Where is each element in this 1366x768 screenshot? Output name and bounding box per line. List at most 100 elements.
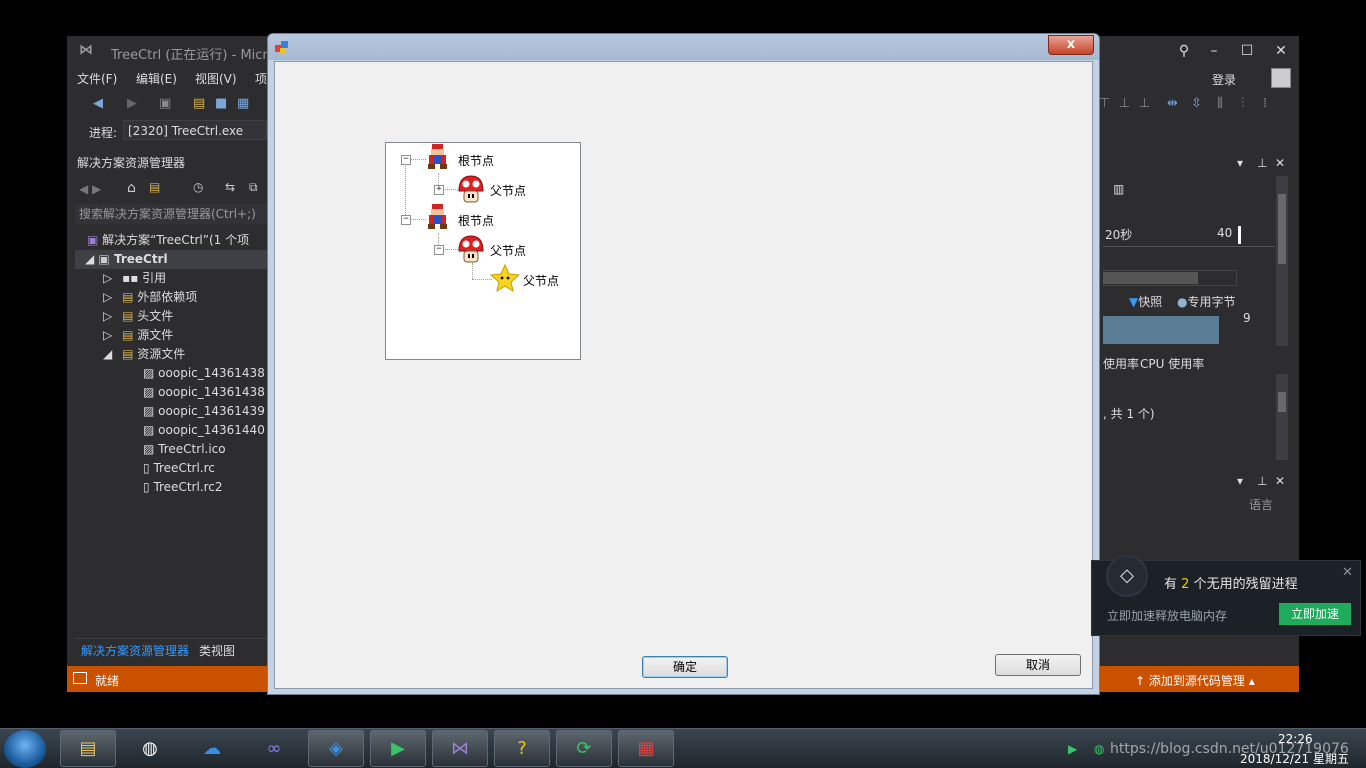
collapse-button[interactable]: − — [434, 245, 444, 255]
file-node[interactable]: ▯ TreeCtrl.rc2 — [143, 478, 223, 497]
file-node[interactable]: ▨ TreeCtrl.ico — [143, 440, 226, 459]
space-across-icon[interactable]: ⇹ — [1167, 96, 1178, 111]
back-icon[interactable]: ◀ — [93, 96, 103, 111]
expand-arrow-icon[interactable]: ▷ — [103, 271, 112, 285]
tree-node-label[interactable]: 父节点 — [523, 272, 559, 289]
maximize-button[interactable]: ☐ — [1233, 40, 1261, 62]
toolbar-overflow-icon[interactable]: ⁞ — [1263, 96, 1267, 111]
clock-date[interactable]: 2018/12/21 星期五 — [1240, 750, 1349, 767]
process-select[interactable]: [2320] TreeCtrl.exe — [123, 120, 267, 140]
security-guard-icon[interactable]: ◈ — [308, 730, 364, 767]
solution-search-input[interactable]: 搜索解决方案资源管理器(Ctrl+;) — [75, 204, 267, 224]
minimize-button[interactable]: – — [1200, 40, 1228, 62]
notification-close-icon[interactable]: ✕ — [1342, 565, 1353, 580]
tray-wechat-icon[interactable]: ◍ — [1094, 742, 1104, 756]
tree-node-label[interactable]: 根节点 — [458, 152, 494, 169]
file-explorer-icon[interactable]: ▤ — [60, 730, 116, 767]
tab-class-view[interactable]: 类视图 — [199, 642, 235, 659]
file-node[interactable]: ▯ TreeCtrl.rc — [143, 459, 215, 478]
tab-usage[interactable]: 使用率 — [1103, 355, 1139, 372]
se-back-icon[interactable]: ◀ ▶ — [79, 182, 101, 196]
menu-view[interactable]: 视图(V) — [195, 70, 237, 87]
forward-icon[interactable]: ▶ — [127, 96, 137, 111]
expand-arrow-icon[interactable]: ▷ — [103, 309, 112, 323]
tray-media-icon[interactable]: ▶ — [1068, 742, 1077, 756]
menu-file[interactable]: 文件(F) — [77, 70, 117, 87]
align-top-icon[interactable]: ⊤ — [1099, 96, 1110, 111]
dropdown-icon[interactable]: ▾ — [1237, 156, 1243, 170]
close-button[interactable]: ✕ — [1267, 40, 1295, 62]
solution-node[interactable]: ▣ 解决方案“TreeCtrl”(1 个项 — [87, 231, 249, 250]
tab-solution-explorer[interactable]: 解决方案资源管理器 — [81, 642, 189, 659]
expand-button[interactable]: + — [434, 185, 444, 195]
panel-close-icon[interactable]: ✕ — [1275, 474, 1285, 488]
resource-files-node[interactable]: ◢ ▤ 资源文件 — [103, 345, 185, 364]
login-link[interactable]: 登录 — [1212, 71, 1236, 88]
references-node[interactable]: ▷ ▪▪ 引用 — [103, 269, 166, 288]
speed-up-button[interactable]: 立即加速 — [1279, 603, 1351, 625]
collapse-arrow-icon[interactable]: ◢ — [85, 252, 94, 266]
baidu-netdisk-icon[interactable]: ☁ — [184, 730, 240, 767]
tree-control[interactable]: − 根节点 + 父节点 − 根节点 − 父节点 父节点 — [385, 142, 581, 360]
source-files-node[interactable]: ▷ ▤ 源文件 — [103, 326, 173, 345]
scroll-thumb[interactable] — [1278, 392, 1286, 412]
visual-studio-icon[interactable]: ⋈ — [432, 730, 488, 767]
dialog-titlebar[interactable] — [268, 34, 1099, 60]
sync-app-icon[interactable]: ⟳ — [556, 730, 612, 767]
media-player-icon[interactable]: ▶ — [370, 730, 426, 767]
expand-arrow-icon[interactable]: ▷ — [103, 290, 112, 304]
search-icon[interactable]: ⚲ — [1170, 40, 1198, 62]
collapse-all-icon[interactable]: ⧉ — [249, 180, 258, 195]
collapse-button[interactable]: − — [401, 155, 411, 165]
menu-project[interactable]: 项 — [255, 70, 267, 87]
sync-icon[interactable]: ⇆ — [225, 180, 235, 194]
scroll-thumb[interactable] — [1278, 194, 1286, 264]
save-all-icon[interactable]: ▦ — [237, 96, 249, 111]
space-down-icon[interactable]: ⇳ — [1191, 96, 1202, 111]
file-node[interactable]: ▨ ooopic_14361439 — [143, 402, 267, 421]
tab-cpu-usage[interactable]: CPU 使用率 — [1140, 355, 1204, 372]
tree-node-label[interactable]: 父节点 — [490, 182, 526, 199]
add-to-source-control-button[interactable]: ↑ 添加到源代码管理 ▴ — [1135, 672, 1255, 689]
collapse-arrow-icon[interactable]: ◢ — [103, 347, 112, 361]
align-bottom-icon[interactable]: ⊥ — [1139, 96, 1150, 111]
start-button[interactable] — [4, 730, 46, 768]
dialog-close-button[interactable]: x — [1048, 35, 1094, 55]
infinity-app-icon[interactable]: ∞ — [246, 730, 302, 767]
make-same-width-icon[interactable]: ⫼ — [1217, 96, 1223, 111]
home-icon[interactable]: ⌂ — [127, 180, 136, 196]
align-middle-icon[interactable]: ⊥ — [1119, 96, 1130, 111]
chart-settings-icon[interactable]: ▥ — [1113, 182, 1124, 196]
file-node[interactable]: ▨ ooopic_14361438 — [143, 364, 267, 383]
pin-icon[interactable]: ⊥ — [1257, 474, 1267, 488]
wechat-icon[interactable]: ◍ — [122, 730, 178, 767]
open-folder-icon[interactable]: ▤ — [193, 96, 205, 111]
timeline-tick-40: 40 — [1217, 226, 1233, 240]
panel-close-icon[interactable]: ✕ — [1275, 156, 1285, 170]
external-deps-node[interactable]: ▷ ▤ 外部依赖项 — [103, 288, 197, 307]
tree-node-label[interactable]: 根节点 — [458, 212, 494, 229]
pin-icon[interactable]: ⊥ — [1257, 156, 1267, 170]
tree-node-label[interactable]: 父节点 — [490, 242, 526, 259]
project-node[interactable]: ◢ ▣ TreeCtrl — [85, 250, 168, 269]
cancel-button[interactable]: 取消 — [995, 654, 1081, 676]
make-same-height-icon[interactable]: ⫶ — [1241, 96, 1244, 111]
events-scrollbar[interactable] — [1276, 374, 1288, 460]
pending-changes-icon[interactable]: ◷ — [193, 180, 203, 194]
new-project-icon[interactable]: ▣ — [159, 96, 171, 111]
user-avatar-icon[interactable] — [1271, 68, 1291, 88]
ok-button[interactable]: 确定 — [642, 656, 728, 678]
expand-arrow-icon[interactable]: ▷ — [103, 328, 112, 342]
switch-views-icon[interactable]: ▤ — [149, 180, 160, 194]
save-icon[interactable]: ■ — [215, 96, 227, 111]
file-node[interactable]: ▨ ooopic_14361438 — [143, 383, 267, 402]
help-icon[interactable]: ? — [494, 730, 550, 767]
file-node[interactable]: ▨ ooopic_14361440 — [143, 421, 267, 440]
dropdown-icon[interactable]: ▾ — [1237, 474, 1243, 488]
diag-scrollbar[interactable] — [1276, 176, 1288, 346]
mfc-app-taskbar-icon[interactable]: ▦ — [618, 730, 674, 767]
header-files-node[interactable]: ▷ ▤ 头文件 — [103, 307, 173, 326]
menu-edit[interactable]: 编辑(E) — [136, 70, 177, 87]
clock-time[interactable]: 22:26 — [1278, 732, 1313, 746]
collapse-button[interactable]: − — [401, 215, 411, 225]
